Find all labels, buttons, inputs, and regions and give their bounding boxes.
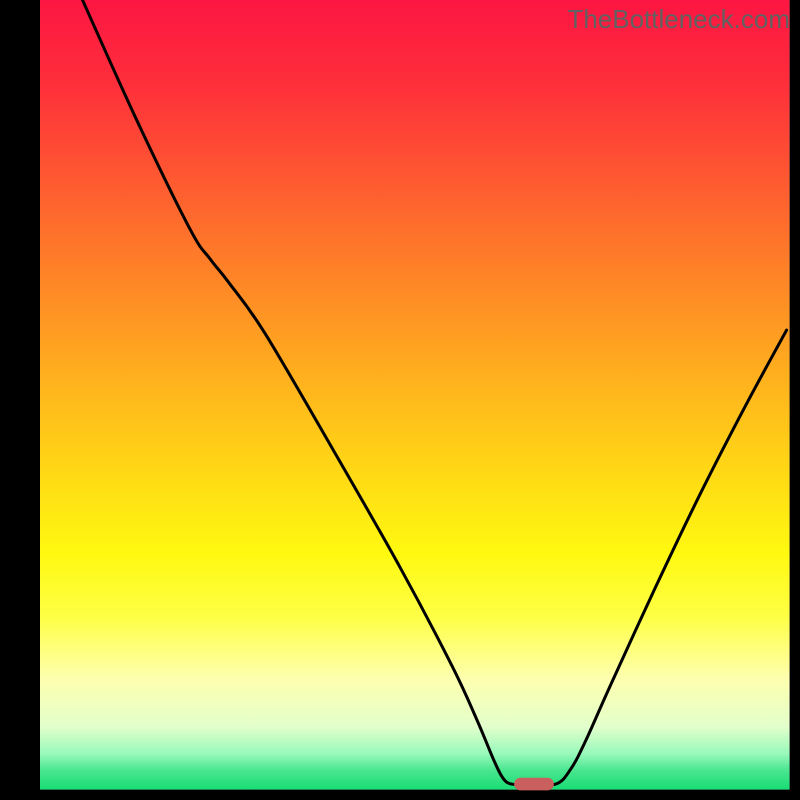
axis-left-border (0, 0, 40, 800)
watermark-text: TheBottleneck.com (567, 4, 790, 35)
axis-right-border (790, 0, 800, 800)
bottleneck-chart: TheBottleneck.com (0, 0, 800, 800)
marker-optimal_marker (514, 778, 554, 791)
axis-bottom-border (0, 790, 800, 800)
gradient-background (40, 0, 790, 790)
chart-canvas (0, 0, 800, 800)
